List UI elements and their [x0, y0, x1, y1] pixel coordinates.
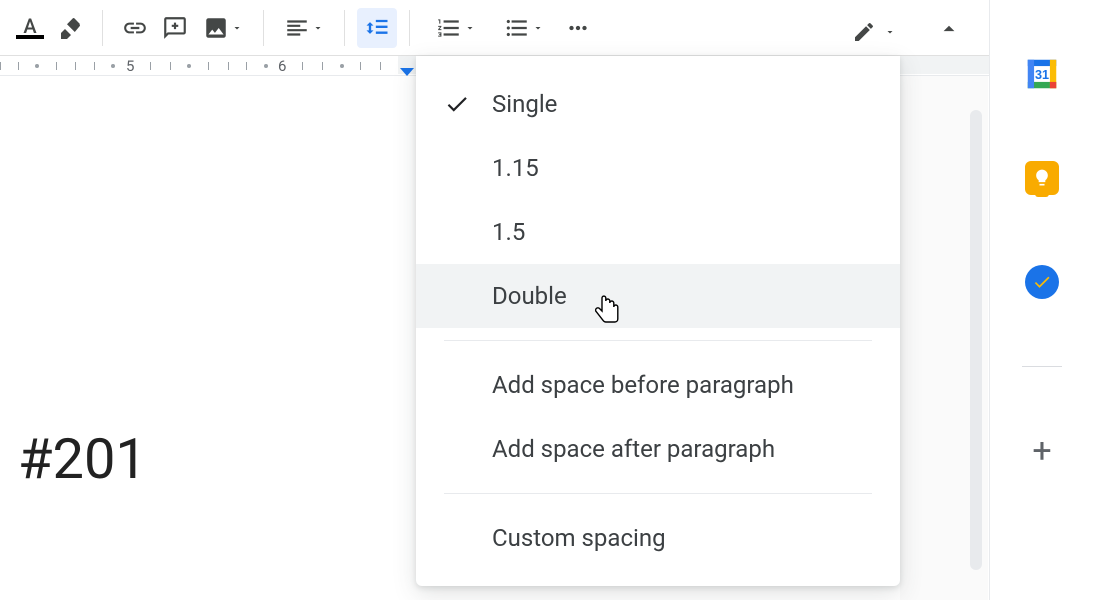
chevron-down-icon — [532, 22, 544, 34]
line-spacing-option-double[interactable]: Double — [416, 264, 900, 328]
menu-label: Double — [492, 282, 872, 310]
line-spacing-icon — [363, 14, 391, 42]
ruler-label: 5 — [126, 56, 134, 75]
chevron-down-icon — [231, 22, 243, 34]
chevron-down-icon — [312, 22, 324, 34]
toolbar-separator — [344, 10, 345, 46]
line-spacing-menu: Single 1.15 1.5 Double Add space before … — [416, 56, 900, 586]
highlighter-icon — [58, 16, 82, 40]
tasks-icon — [1025, 265, 1059, 299]
image-icon — [203, 15, 229, 41]
calendar-icon: 31 — [1023, 55, 1061, 93]
bulleted-list-icon — [504, 15, 530, 41]
align-left-icon — [284, 15, 310, 41]
collapse-toolbar-button[interactable] — [936, 16, 962, 46]
align-button[interactable] — [276, 8, 332, 48]
comment-plus-icon — [162, 15, 188, 41]
numbered-list-button[interactable] — [422, 8, 490, 48]
add-space-before-option[interactable]: Add space before paragraph — [416, 353, 900, 417]
toolbar-separator — [102, 10, 103, 46]
line-spacing-option-single[interactable]: Single — [416, 72, 900, 136]
side-panel-divider — [1022, 366, 1062, 367]
editing-mode-button[interactable] — [852, 20, 896, 44]
keep-icon — [1025, 161, 1059, 195]
vertical-scrollbar[interactable] — [970, 110, 982, 570]
menu-label: 1.5 — [492, 218, 872, 246]
google-side-panel: 31 + — [990, 0, 1094, 600]
chevron-up-icon — [936, 16, 962, 42]
right-indent-marker[interactable] — [400, 68, 414, 76]
add-space-after-option[interactable]: Add space after paragraph — [416, 417, 900, 481]
svg-text:31: 31 — [1035, 68, 1049, 82]
custom-spacing-option[interactable]: Custom spacing — [416, 506, 900, 570]
chevron-down-icon — [884, 26, 896, 38]
line-spacing-option-1-15[interactable]: 1.15 — [416, 136, 900, 200]
keep-addon-button[interactable] — [1022, 158, 1062, 198]
insert-link-button[interactable] — [115, 8, 155, 48]
link-icon — [122, 15, 148, 41]
add-comment-button[interactable] — [155, 8, 195, 48]
highlight-color-button[interactable] — [50, 8, 90, 48]
bulleted-list-button[interactable] — [490, 8, 558, 48]
menu-divider — [444, 493, 872, 494]
text-color-icon: A — [16, 17, 44, 39]
menu-label: 1.15 — [492, 154, 872, 182]
get-addons-button[interactable]: + — [1022, 431, 1062, 471]
calendar-addon-button[interactable]: 31 — [1022, 54, 1062, 94]
tasks-addon-button[interactable] — [1022, 262, 1062, 302]
menu-label: Add space before paragraph — [492, 371, 872, 399]
menu-label: Custom spacing — [492, 524, 872, 552]
ruler-label: 6 — [278, 56, 286, 75]
toolbar-separator — [409, 10, 410, 46]
line-spacing-option-1-5[interactable]: 1.5 — [416, 200, 900, 264]
numbered-list-icon — [436, 15, 462, 41]
more-horizontal-icon — [565, 15, 591, 41]
chevron-down-icon — [464, 22, 476, 34]
menu-label: Single — [492, 90, 872, 118]
menu-label: Add space after paragraph — [492, 435, 872, 463]
text-color-button[interactable]: A — [10, 8, 50, 48]
toolbar-separator — [263, 10, 264, 46]
plus-icon: + — [1032, 434, 1051, 468]
more-options-button[interactable] — [558, 8, 598, 48]
insert-image-button[interactable] — [195, 8, 251, 48]
pencil-icon — [852, 20, 876, 44]
line-spacing-button[interactable] — [357, 8, 397, 48]
menu-divider — [444, 340, 872, 341]
check-icon — [444, 91, 492, 117]
formatting-toolbar: A — [0, 0, 1094, 56]
